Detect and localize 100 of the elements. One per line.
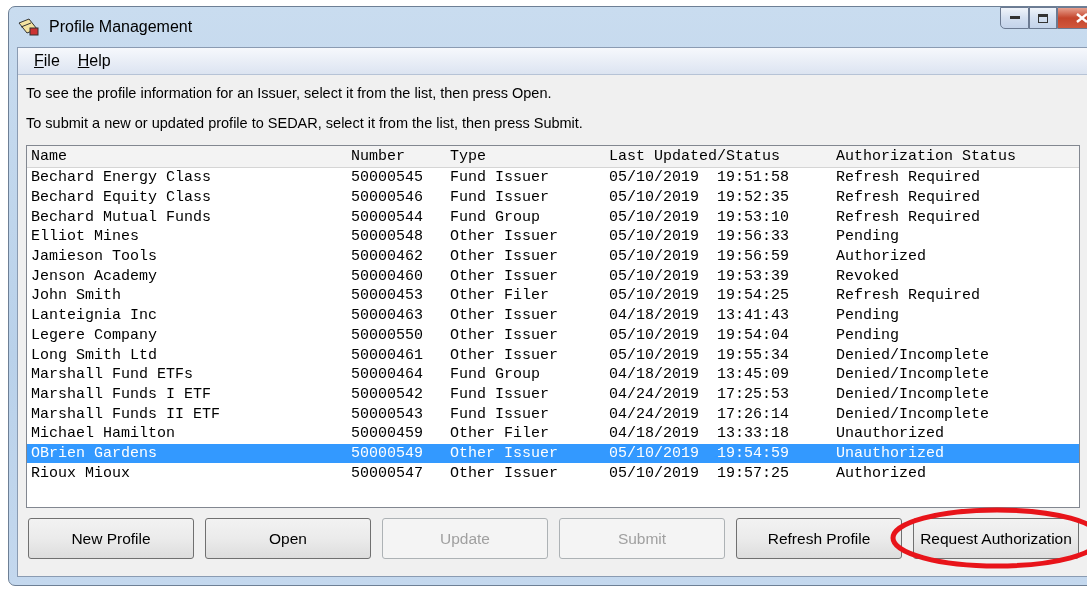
- minimize-button[interactable]: [1000, 7, 1029, 29]
- list-row[interactable]: Long Smith Ltd 50000461 Other Issuer 05/10/2019 19:55:34 Denied/Incomplete: [27, 345, 1079, 365]
- table-cell-text: Denied/Incomplete: [836, 405, 991, 423]
- table-cell-text: Fund Group: [450, 208, 541, 226]
- table-cell-text: Other Issuer: [450, 248, 560, 266]
- table-cell-text: Fund Issuer: [450, 405, 551, 423]
- list-row[interactable]: Marshall Funds II ETF 50000543 Fund Issuer 04/24/2019 17:26:14 Denied/Incomplete: [27, 404, 1079, 424]
- action-button[interactable]: Request Authorization: [913, 518, 1079, 559]
- table-cell-text: Fund Issuer: [450, 169, 551, 187]
- menu-item[interactable]: Help: [77, 52, 111, 70]
- table-cell-text: 50000460: [351, 267, 424, 285]
- table-cell-text: 04/18/2019 13:33:18: [609, 425, 791, 443]
- table-cell-text: Other Issuer: [450, 228, 560, 246]
- column-header[interactable]: Last Updated/Status: [609, 148, 836, 165]
- table-cell-text: Denied/Incomplete: [836, 346, 991, 364]
- table-cell-text: Bechard Equity Class: [31, 189, 213, 207]
- table-cell-text: 50000549: [351, 444, 424, 462]
- list-row[interactable]: Bechard Energy Class 50000545 Fund Issuer 05/10/2019 19:51:58 Refresh Required: [27, 168, 1079, 188]
- table-cell-text: 50000547: [351, 464, 424, 482]
- table-cell-text: Elliot Mines: [31, 228, 141, 246]
- table-cell-text: 05/10/2019 19:53:39: [609, 267, 791, 285]
- table-cell-text: 50000463: [351, 307, 424, 325]
- list-row[interactable]: Elliot Mines 50000548 Other Issuer 05/10/2019 19:56:33 Pending: [27, 227, 1079, 247]
- list-row[interactable]: Marshall Fund ETFs 50000464 Fund Group 04/18/2019 13:45:09 Denied/Incomplete: [27, 364, 1079, 385]
- table-cell-text: Pending: [836, 228, 900, 246]
- table-cell-text: Fund Issuer: [450, 385, 551, 403]
- table-cell-text: 50000543: [351, 405, 424, 423]
- table-cell-text: 04/18/2019 13:45:09: [609, 366, 791, 384]
- table-cell-text: 50000461: [351, 346, 424, 364]
- menu-item[interactable]: File: [34, 52, 60, 70]
- table-cell-text: 05/10/2019 19:52:35: [609, 189, 791, 207]
- app-icon: [17, 17, 41, 37]
- table-cell-text: 05/10/2019 19:54:59: [609, 444, 791, 462]
- table-cell-text: 04/24/2019 17:25:53: [609, 385, 791, 403]
- table-cell-text: Lanteignia Inc: [31, 307, 159, 325]
- maximize-icon: [1038, 13, 1048, 23]
- maximize-button[interactable]: [1029, 7, 1057, 29]
- list-row[interactable]: Bechard Equity Class 50000546 Fund Issuer 05/10/2019 19:52:35 Refresh Required: [27, 187, 1079, 208]
- action-button[interactable]: Refresh Profile: [736, 518, 902, 559]
- table-cell-text: 50000550: [351, 326, 424, 344]
- table-cell-text: Pending: [836, 326, 900, 344]
- table-cell-text: 05/10/2019 19:53:10: [609, 208, 791, 226]
- table-cell-text: Other Issuer: [450, 326, 560, 344]
- table-cell-text: 05/10/2019 19:51:58: [609, 169, 791, 187]
- table-cell-text: Refresh Required: [836, 208, 982, 226]
- table-cell-text: 05/10/2019 19:55:34: [609, 346, 791, 364]
- table-cell-text: 05/10/2019 19:57:25: [609, 464, 791, 482]
- table-cell-text: Fund Group: [450, 366, 541, 384]
- table-cell-text: Long Smith Ltd: [31, 346, 159, 364]
- column-header[interactable]: Authorization Status: [836, 148, 1079, 165]
- table-cell-text: 50000542: [351, 385, 424, 403]
- table-cell-text: Other Issuer: [450, 346, 560, 364]
- table-cell-text: Marshall Funds II ETF: [31, 405, 222, 423]
- table-cell-text: 05/10/2019 19:54:25: [609, 287, 791, 305]
- minimize-icon: [1009, 16, 1020, 20]
- table-cell-text: Authorized: [836, 464, 927, 482]
- table-cell-text: 04/24/2019 17:26:14: [609, 405, 791, 423]
- list-row[interactable]: John Smith 50000453 Other Filer 05/10/2019 19:54:25 Refresh Required: [27, 286, 1079, 306]
- table-cell-text: Denied/Incomplete: [836, 385, 991, 403]
- column-header[interactable]: Type: [450, 148, 609, 165]
- table-cell-text: 50000544: [351, 208, 424, 226]
- table-cell-text: 50000546: [351, 189, 424, 207]
- table-cell-text: Other Issuer: [450, 444, 560, 462]
- table-cell-text: 50000545: [351, 169, 424, 187]
- list-row[interactable]: Jamieson Tools 50000462 Other Issuer 05/10/2019 19:56:59 Authorized: [27, 246, 1079, 267]
- table-cell-text: John Smith: [31, 287, 122, 305]
- table-cell-text: 05/10/2019 19:56:33: [609, 228, 791, 246]
- list-row[interactable]: Legere Company 50000550 Other Issuer 05/10/2019 19:54:04 Pending: [27, 325, 1079, 346]
- action-button[interactable]: New Profile: [28, 518, 194, 559]
- table-cell-text: Unauthorized: [836, 444, 946, 462]
- table-cell-text: 50000459: [351, 425, 424, 443]
- table-cell-text: Michael Hamilton: [31, 425, 177, 443]
- table-cell-text: Refresh Required: [836, 189, 982, 207]
- table-cell-text: 50000462: [351, 248, 424, 266]
- table-cell-text: Jenson Academy: [31, 267, 159, 285]
- close-icon: [1076, 13, 1087, 23]
- table-cell-text: 05/10/2019 19:54:04: [609, 326, 791, 344]
- window-title: Profile Management: [49, 18, 193, 36]
- list-row[interactable]: Jenson Academy 50000460 Other Issuer 05/10/2019 19:53:39 Revoked: [27, 266, 1079, 287]
- table-cell-text: 50000453: [351, 287, 424, 305]
- list-row[interactable]: Marshall Funds I ETF 50000542 Fund Issuer 04/24/2019 17:25:53 Denied/Incomplete: [27, 384, 1079, 405]
- column-header[interactable]: Number: [351, 148, 450, 165]
- instruction-text: To see the profile information for an Issuer, select it from the list, then press Open.: [25, 85, 553, 101]
- table-cell-text: 04/18/2019 13:41:43: [609, 307, 791, 325]
- table-cell-text: Other Issuer: [450, 267, 560, 285]
- list-row[interactable]: Rioux Mioux 50000547 Other Issuer 05/10/2019 19:57:25 Authorized: [27, 463, 1079, 483]
- table-cell-text: Bechard Energy Class: [31, 169, 213, 187]
- table-cell-text: 05/10/2019 19:56:59: [609, 248, 791, 266]
- table-cell-text: Refresh Required: [836, 169, 982, 187]
- table-cell-text: Unauthorized: [836, 425, 946, 443]
- table-cell-text: Denied/Incomplete: [836, 366, 991, 384]
- action-button[interactable]: Open: [205, 518, 371, 559]
- table-cell-text: Other Issuer: [450, 464, 560, 482]
- list-row[interactable]: Michael Hamilton 50000459 Other Filer 04/18/2019 13:33:18 Unauthorized: [27, 423, 1079, 444]
- table-cell-text: Marshall Funds I ETF: [31, 385, 213, 403]
- column-header[interactable]: Name: [31, 148, 351, 165]
- table-cell-text: Other Filer: [450, 287, 551, 305]
- list-row[interactable]: Lanteignia Inc 50000463 Other Issuer 04/18/2019 13:41:43 Pending: [27, 305, 1079, 326]
- instruction-text: To submit a new or updated profile to SEDAR, select it from the list, then press Submit.: [25, 115, 584, 131]
- list-row[interactable]: Bechard Mutual Funds 50000544 Fund Group 05/10/2019 19:53:10 Refresh Required: [27, 207, 1079, 228]
